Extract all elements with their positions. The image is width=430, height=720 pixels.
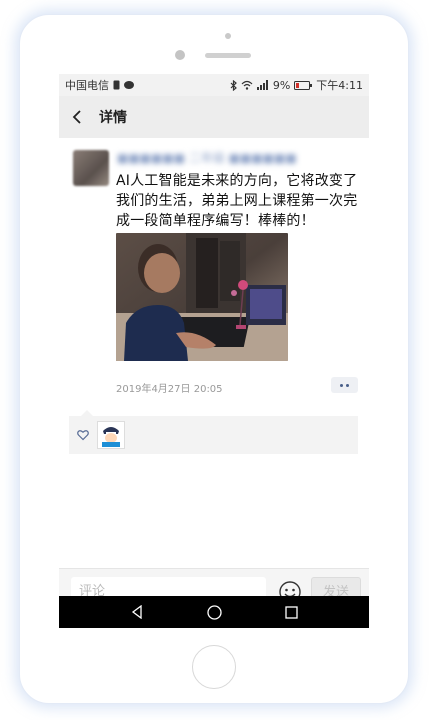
bluetooth-icon xyxy=(230,79,237,91)
clock: 下午4:11 xyxy=(316,79,363,92)
signal-icon xyxy=(256,80,268,90)
message-icon xyxy=(124,80,134,89)
likes-panel xyxy=(69,410,358,454)
post-photo[interactable] xyxy=(116,233,288,361)
front-camera xyxy=(225,33,231,39)
screen: 中国电信 9% 下午4:11 详情 ■■■■■■ 二年级 ■■■■■■ AI人工… xyxy=(59,74,369,628)
avatar[interactable] xyxy=(73,150,109,186)
wifi-icon xyxy=(241,80,253,90)
post-timestamp: 2019年4月27日 20:05 xyxy=(116,384,223,395)
proximity-sensor xyxy=(175,50,185,60)
status-bar: 中国电信 9% 下午4:11 xyxy=(59,74,369,96)
post-text: AI人工智能是未来的方向，它将改变了我们的生活，弟弟上网上课程第一次完成一段简单… xyxy=(116,173,358,229)
earpiece-speaker xyxy=(205,53,251,58)
more-options-button[interactable] xyxy=(331,377,358,393)
back-triangle-icon[interactable] xyxy=(130,605,144,619)
battery-icon xyxy=(294,80,313,90)
home-circle-icon[interactable] xyxy=(207,604,222,620)
dot-icon xyxy=(340,383,343,387)
recents-square-icon[interactable] xyxy=(284,605,298,619)
battery-percent: 9% xyxy=(272,78,291,92)
title-bar: 详情 xyxy=(59,96,369,138)
carrier-label: 中国电信 xyxy=(65,79,109,92)
heart-outline-icon xyxy=(77,430,89,441)
dot-icon xyxy=(346,383,349,387)
liker-avatar[interactable] xyxy=(97,421,125,449)
sim-icon xyxy=(113,80,120,90)
system-navigation-bar xyxy=(59,596,369,628)
page-title: 详情 xyxy=(99,110,127,126)
chevron-left-icon[interactable] xyxy=(71,110,85,124)
hardware-home-button[interactable] xyxy=(192,645,236,689)
username[interactable]: ■■■■■■ 二年级 ■■■■■■ xyxy=(117,150,297,165)
